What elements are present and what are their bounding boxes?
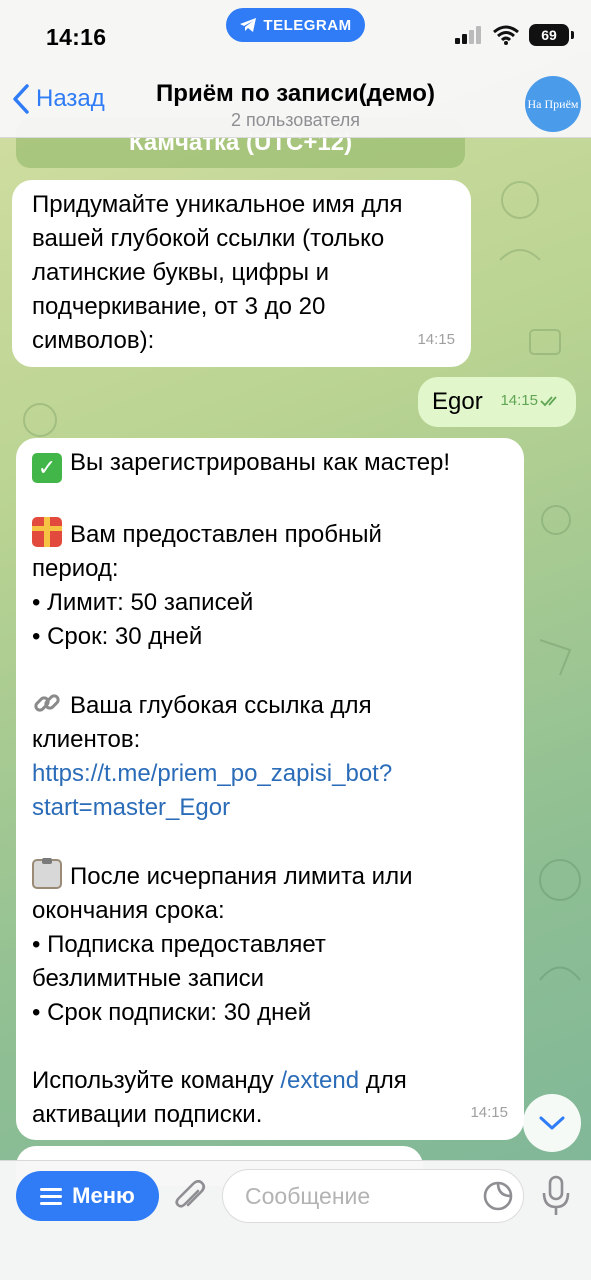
- use-command-line: Используйте команду /extend для: [32, 1064, 508, 1098]
- message-time-wrap: 14:15: [500, 384, 562, 418]
- wifi-icon: [493, 25, 519, 45]
- telegram-icon: [240, 18, 257, 32]
- registered-text: Вы зарегистрированы как мастер!: [70, 449, 451, 476]
- telegram-pill[interactable]: TELEGRAM: [226, 8, 365, 42]
- message-text-line: подчеркивание, от 3 до 20: [32, 293, 326, 320]
- menu-icon: [40, 1188, 63, 1205]
- paperclip-icon[interactable]: [172, 1177, 208, 1217]
- input-bar: Меню: [0, 1160, 591, 1280]
- message-time: 14:15: [500, 392, 538, 409]
- menu-button[interactable]: Меню: [16, 1171, 159, 1221]
- trial-text: Вам предоставлен пробный: [70, 521, 382, 548]
- after-line-2: окончания срока:: [32, 897, 225, 924]
- registered-line: ✓ Вы зарегистрированы как мастер!: [32, 446, 508, 483]
- trial-line-2: период:: [32, 555, 119, 582]
- double-check-icon: [540, 396, 557, 407]
- after-text: После исчерпания лимита или: [70, 863, 413, 890]
- avatar[interactable]: На Приём: [525, 76, 581, 132]
- status-icons: 69: [455, 24, 574, 46]
- deep-link-line: Ваша глубокая ссылка для: [32, 688, 508, 723]
- signal-icon: [455, 26, 481, 44]
- use-command-line-2: активации подписки.: [32, 1101, 263, 1128]
- message-text: Egor: [432, 388, 483, 415]
- extend-command-link[interactable]: /extend: [280, 1067, 359, 1094]
- message-text-line: вашей глубокой ссылки (только: [32, 225, 385, 252]
- gift-emoji: [32, 517, 62, 547]
- message-user-reply: Egor 14:15: [418, 377, 576, 427]
- use-text-post: для: [359, 1067, 407, 1094]
- deep-link-text: Ваша глубокая ссылка для: [70, 692, 372, 719]
- subscription-line-2: безлимитные записи: [32, 965, 265, 992]
- battery-icon: 69: [529, 24, 574, 46]
- status-time: 14:16: [46, 24, 107, 50]
- message-time: 14:15: [417, 331, 455, 348]
- menu-label: Меню: [72, 1183, 135, 1208]
- subscription-term-line: • Срок подписки: 30 дней: [32, 999, 312, 1026]
- chat-title[interactable]: Приём по записи(демо): [0, 80, 591, 108]
- microphone-icon[interactable]: [540, 1175, 572, 1217]
- message-text-line: символов):: [32, 327, 155, 354]
- link-emoji: [34, 694, 60, 712]
- term-line: • Срок: 30 дней: [32, 623, 203, 650]
- deep-link-line-2: клиентов:: [32, 726, 141, 753]
- clipboard-emoji: [32, 858, 62, 889]
- message-text-line: Придумайте уникальное имя для: [32, 191, 403, 218]
- chat-subtitle: 2 пользователя: [231, 110, 360, 130]
- message-bot-prompt: Придумайте уникальное имя для вашей глуб…: [12, 180, 471, 367]
- message-bot-confirmation: ✓ Вы зарегистрированы как мастер! Вам пре…: [16, 438, 524, 1140]
- limit-line: • Лимит: 50 записей: [32, 589, 254, 616]
- subscription-line: • Подписка предоставляет: [32, 931, 326, 958]
- check-emoji: ✓: [32, 453, 62, 483]
- deep-link-url[interactable]: https://t.me/priem_po_zapisi_bot?: [32, 757, 508, 791]
- message-time: 14:15: [470, 1104, 508, 1121]
- scroll-down-button[interactable]: [523, 1094, 581, 1152]
- use-text: Используйте команду: [32, 1067, 281, 1094]
- after-line: После исчерпания лимита или: [32, 858, 508, 894]
- chevron-down-icon: [539, 1116, 565, 1130]
- message-text-line: латинские буквы, цифры и: [32, 259, 330, 286]
- message-input[interactable]: [222, 1169, 524, 1223]
- chat-header: 14:16 TELEGRAM 69 Назад Приём по записи(…: [0, 0, 591, 138]
- deep-link-url-2[interactable]: start=master_Egor: [32, 791, 508, 825]
- trial-line: Вам предоставлен пробный: [32, 517, 508, 552]
- telegram-label: TELEGRAM: [263, 16, 352, 34]
- sticker-icon[interactable]: [482, 1180, 514, 1212]
